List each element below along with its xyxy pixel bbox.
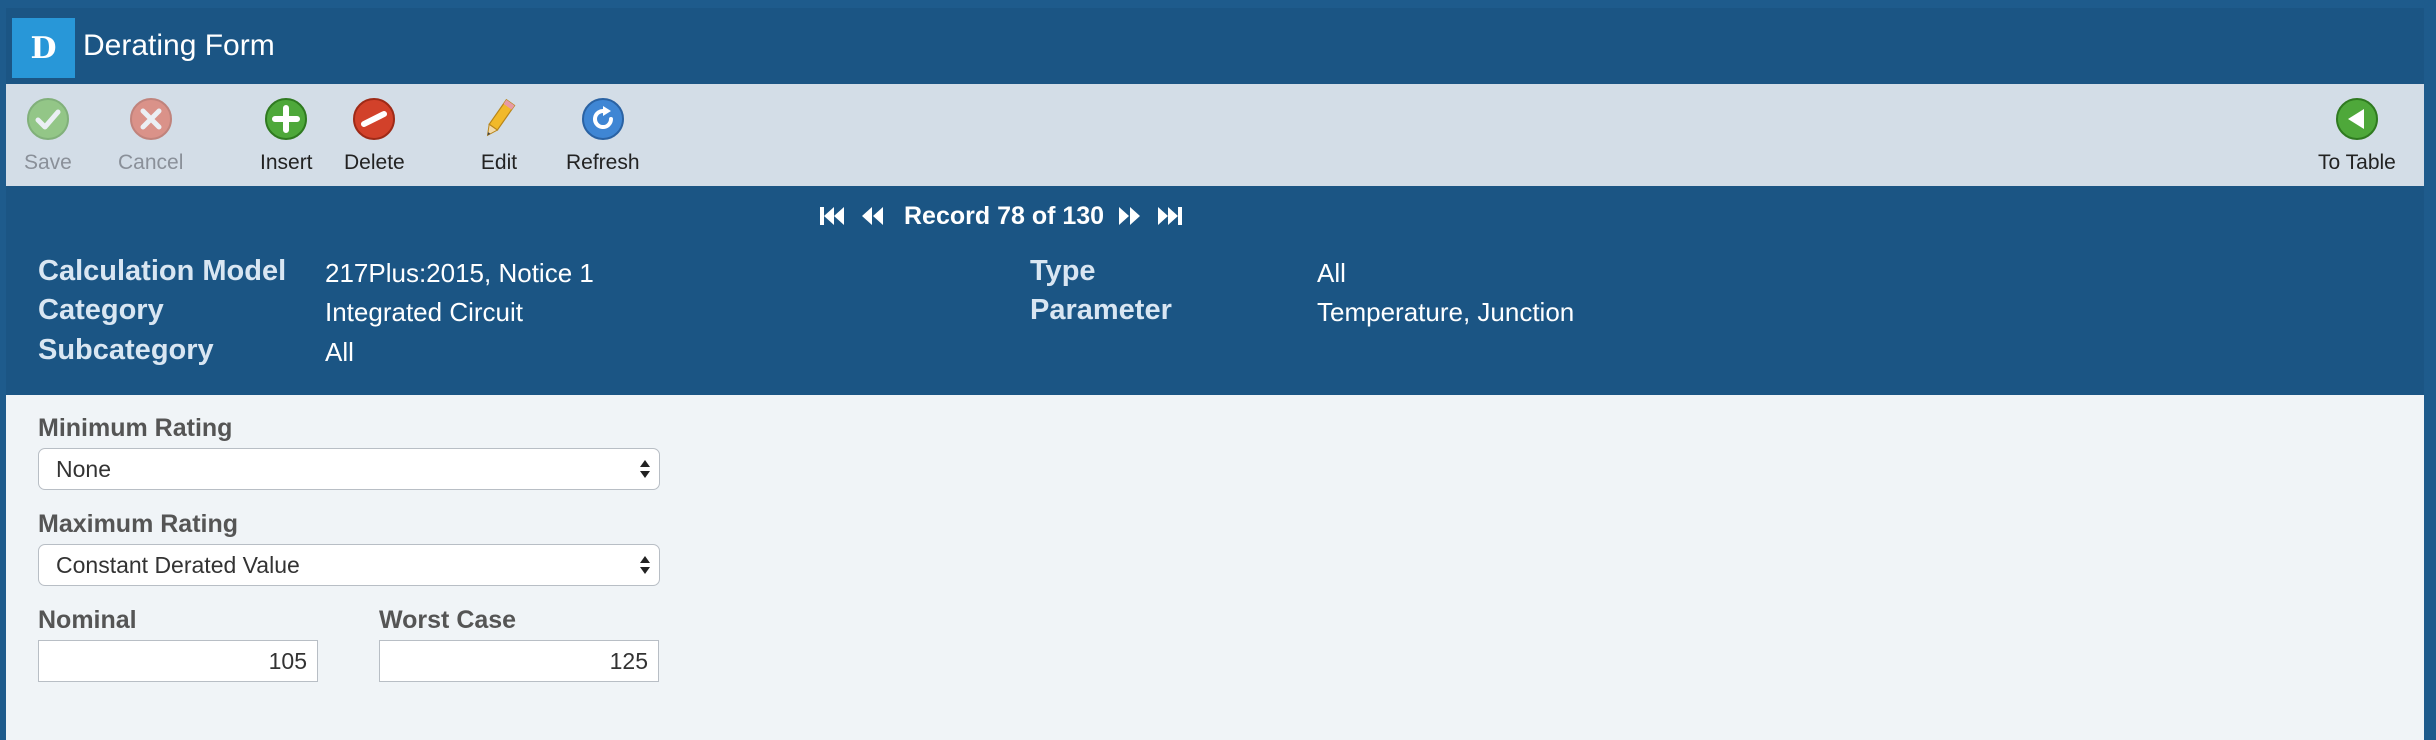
nominal-input[interactable]: 105: [38, 640, 318, 682]
refresh-label: Refresh: [566, 151, 640, 174]
category-label: Category: [38, 294, 164, 326]
refresh-icon: [581, 98, 624, 140]
edit-label: Edit: [480, 151, 518, 174]
cancel-button[interactable]: Cancel: [118, 97, 183, 175]
minimum-rating-select[interactable]: None: [38, 448, 660, 490]
insert-label: Insert: [260, 151, 313, 174]
to-table-label: To Table: [2318, 151, 2396, 174]
last-record-icon[interactable]: [1156, 205, 1184, 227]
minus-icon: [353, 98, 396, 140]
app-title: Derating Form: [83, 29, 275, 62]
checkmark-icon: [26, 98, 69, 140]
parameter-label: Parameter: [1030, 294, 1172, 326]
save-label: Save: [24, 151, 72, 174]
minimum-rating-value: None: [56, 456, 111, 482]
record-navigator: Record 78 of 130: [6, 199, 2424, 239]
maximum-rating-label: Maximum Rating: [38, 510, 239, 538]
save-button[interactable]: Save: [24, 97, 72, 175]
calculation-model-value: 217Plus:2015, Notice 1: [325, 258, 594, 288]
to-table-button[interactable]: To Table: [2318, 97, 2396, 175]
worst-case-input[interactable]: 125: [379, 640, 659, 682]
maximum-rating-value: Constant Derated Value: [56, 552, 300, 578]
select-arrows-icon: [640, 460, 650, 478]
type-label: Type: [1030, 255, 1096, 287]
maximum-rating-select[interactable]: Constant Derated Value: [38, 544, 660, 586]
pencil-icon: [486, 98, 516, 137]
first-record-icon[interactable]: [818, 205, 846, 227]
back-arrow-icon: [2335, 98, 2378, 140]
category-value: Integrated Circuit: [325, 297, 523, 327]
select-arrows-icon: [640, 556, 650, 574]
edit-button[interactable]: Edit: [477, 97, 521, 175]
toolbar: Save Cancel Insert Delete Edit Refresh T…: [6, 84, 2424, 186]
type-value: All: [1317, 258, 1346, 288]
minimum-rating-label: Minimum Rating: [38, 414, 233, 442]
worst-case-label: Worst Case: [379, 606, 517, 634]
app-window: D Derating Form Save Cancel Insert Delet…: [6, 8, 2424, 740]
previous-record-icon[interactable]: [858, 205, 886, 227]
title-bar: D Derating Form: [6, 8, 2424, 84]
insert-button[interactable]: Insert: [260, 97, 313, 175]
subcategory-value: All: [325, 337, 354, 367]
calculation-model-label: Calculation Model: [38, 255, 287, 287]
cancel-x-icon: [129, 98, 172, 140]
plus-icon: [265, 98, 308, 140]
subcategory-label: Subcategory: [38, 334, 214, 366]
cancel-label: Cancel: [118, 151, 184, 174]
delete-button[interactable]: Delete: [344, 97, 405, 175]
refresh-button[interactable]: Refresh: [566, 97, 640, 175]
delete-label: Delete: [344, 151, 405, 174]
next-record-icon[interactable]: [1116, 205, 1144, 227]
app-logo: D: [12, 18, 75, 78]
record-header: Record 78 of 130 Calculation Model 217Pl…: [6, 186, 2424, 395]
record-counter: Record 78 of 130: [904, 202, 1105, 230]
parameter-value: Temperature, Junction: [1317, 297, 1575, 327]
nominal-label: Nominal: [38, 606, 137, 634]
